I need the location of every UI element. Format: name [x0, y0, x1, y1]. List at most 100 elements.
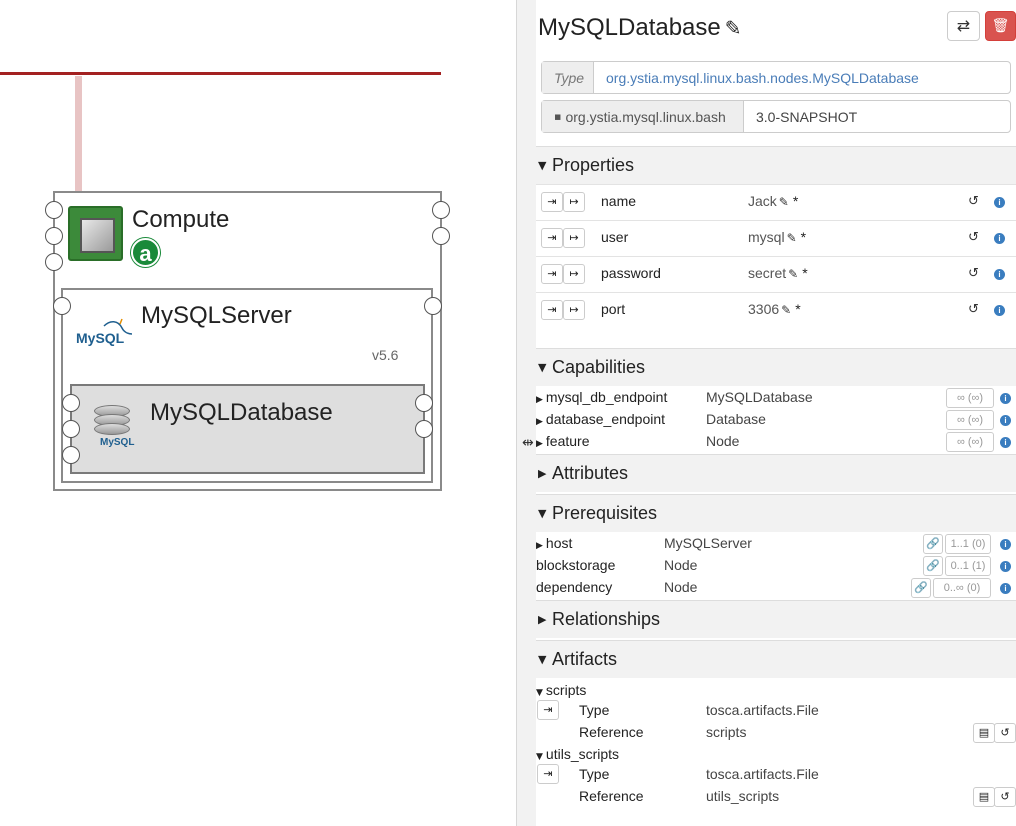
hosted-on-link[interactable] — [75, 76, 82, 192]
info-icon[interactable]: i — [1000, 561, 1011, 572]
caret-down-icon: ▼ — [536, 688, 543, 698]
bounds-badge: 1..1 (0) — [945, 534, 991, 554]
capabilities-section-header[interactable]: ▼ Capabilities — [536, 348, 1016, 386]
node-details-panel: MySQLDatabase ✎ ⇄ 🗑 Type org.ystia.mysql.… — [536, 0, 1016, 826]
relationships-section-header[interactable]: ▶ Relationships — [536, 600, 1016, 638]
mysql-server-title: MySQLServer — [141, 302, 292, 329]
connector-port[interactable] — [415, 420, 433, 438]
artifact-type-row: ⇥ Type tosca.artifacts.File — [536, 700, 1016, 720]
requirement-row[interactable]: ▶ host MySQLServer 🔗 1..1 (0) i — [536, 532, 1016, 554]
archive-name: ▪ org.ystia.mysql.linux.bash — [542, 101, 744, 132]
archive-icon: ▪ — [554, 110, 562, 123]
info-icon[interactable]: i — [1000, 393, 1011, 404]
connector-port[interactable] — [415, 394, 433, 412]
get-input-button[interactable]: ⇥ — [541, 300, 563, 320]
artifact-group[interactable]: ▼ utils_scripts — [536, 744, 1016, 764]
type-label: Type — [542, 62, 594, 93]
compute-chip-icon — [68, 206, 123, 261]
attributes-section-header[interactable]: ▶ Attributes — [536, 454, 1016, 492]
set-output-button[interactable]: ↦ — [563, 264, 585, 284]
connector-port[interactable] — [62, 420, 80, 438]
mysql-logo-icon: MySQL — [76, 318, 136, 348]
type-row: Type org.ystia.mysql.linux.bash.nodes.My… — [541, 61, 1011, 94]
bounds-badge: 0..1 (1) — [945, 556, 991, 576]
trash-icon: 🗑 — [991, 18, 1010, 34]
type-link[interactable]: org.ystia.mysql.linux.bash.nodes.MySQLDa… — [594, 62, 931, 93]
reset-icon[interactable]: ↺ — [968, 230, 979, 245]
connector-port[interactable] — [53, 297, 71, 315]
artifact-group[interactable]: ▼ scripts — [536, 680, 1016, 700]
get-input-button[interactable]: ⇥ — [541, 228, 563, 248]
resize-handle-icon[interactable]: ⇹ — [522, 435, 534, 451]
requirement-row[interactable]: blockstorage Node 🔗 0..1 (1) i — [536, 554, 1016, 576]
capability-row[interactable]: ▶ feature Node ∞ (∞) i — [536, 430, 1016, 452]
file-icon[interactable]: ▤ — [973, 787, 995, 807]
replace-node-button[interactable]: ⇄ — [947, 11, 980, 41]
get-input-button[interactable]: ⇥ — [541, 264, 563, 284]
edit-icon[interactable]: ✎ — [725, 16, 742, 40]
connector-port[interactable] — [424, 297, 442, 315]
property-row: ⇥ ↦ user mysql ✎ * ↺ i — [536, 220, 1016, 256]
requirement-row[interactable]: dependency Node 🔗 0..∞ (0) i — [536, 576, 1016, 598]
info-icon[interactable]: i — [1000, 415, 1011, 426]
connector-port[interactable] — [45, 227, 63, 245]
state-badge: a — [131, 238, 160, 267]
caret-right-icon: ▶ — [536, 395, 543, 405]
caret-right-icon: ▶ — [536, 417, 543, 427]
reset-icon[interactable]: ↺ — [994, 787, 1016, 807]
reset-icon[interactable]: ↺ — [994, 723, 1016, 743]
mysql-database-title: MySQLDatabase — [150, 399, 333, 426]
reset-icon[interactable]: ↺ — [968, 302, 979, 317]
archive-row: ▪ org.ystia.mysql.linux.bash 3.0-SNAPSHOT — [541, 100, 1011, 133]
property-value[interactable]: mysql ✎ * — [748, 229, 806, 245]
caret-right-icon: ▶ — [538, 467, 547, 480]
delete-node-button[interactable]: 🗑 — [985, 11, 1016, 41]
compute-node-title: Compute — [132, 206, 230, 233]
get-input-button[interactable]: ⇥ — [537, 700, 559, 720]
connector-port[interactable] — [62, 394, 80, 412]
node-name-text: MySQLDatabase — [538, 14, 721, 41]
edit-icon: ✎ — [788, 267, 799, 281]
get-input-button[interactable]: ⇥ — [537, 764, 559, 784]
file-icon[interactable]: ▤ — [973, 723, 995, 743]
caret-down-icon: ▼ — [538, 159, 547, 172]
capability-row[interactable]: ▶ database_endpoint Database ∞ (∞) i — [536, 408, 1016, 430]
property-value[interactable]: Jack ✎ * — [748, 193, 798, 209]
connector-port[interactable] — [62, 446, 80, 464]
info-icon[interactable]: i — [994, 269, 1005, 280]
link-icon[interactable]: 🔗 — [923, 534, 943, 554]
connector-port[interactable] — [45, 253, 63, 271]
info-icon[interactable]: i — [994, 233, 1005, 244]
properties-section-header[interactable]: ▼ Properties — [536, 146, 1016, 184]
link-icon[interactable]: 🔗 — [911, 578, 931, 598]
version-label: v5.6 — [372, 347, 399, 363]
info-icon[interactable]: i — [994, 197, 1005, 208]
info-icon[interactable]: i — [994, 305, 1005, 316]
caret-right-icon: ▶ — [536, 541, 543, 551]
artifacts-section-header[interactable]: ▼ Artifacts — [536, 640, 1016, 678]
swap-icon: ⇄ — [956, 16, 971, 35]
info-icon[interactable]: i — [1000, 437, 1011, 448]
link-icon[interactable]: 🔗 — [923, 556, 943, 576]
info-icon[interactable]: i — [1000, 583, 1011, 594]
capability-row[interactable]: ▶ mysql_db_endpoint MySQLDatabase ∞ (∞) i — [536, 386, 1016, 408]
set-output-button[interactable]: ↦ — [563, 300, 585, 320]
prerequisites-section-header[interactable]: ▼ Prerequisites — [536, 494, 1016, 532]
panel-splitter[interactable]: ⇹ — [516, 0, 536, 826]
connector-port[interactable] — [45, 201, 63, 219]
connector-port[interactable] — [432, 201, 450, 219]
topology-canvas[interactable]: Compute a MySQL MySQLServer v5.6 MySQL M… — [0, 0, 516, 826]
info-icon[interactable]: i — [1000, 539, 1011, 550]
connector-port[interactable] — [432, 227, 450, 245]
bounds-badge: ∞ (∞) — [946, 388, 994, 408]
reset-icon[interactable]: ↺ — [968, 194, 979, 209]
caret-right-icon: ▶ — [538, 613, 547, 626]
property-value[interactable]: 3306 ✎ * — [748, 301, 801, 317]
set-output-button[interactable]: ↦ — [563, 192, 585, 212]
relationship-line[interactable] — [0, 72, 441, 75]
reset-icon[interactable]: ↺ — [968, 266, 979, 281]
property-value[interactable]: secret ✎ * — [748, 265, 808, 281]
set-output-button[interactable]: ↦ — [563, 228, 585, 248]
get-input-button[interactable]: ⇥ — [541, 192, 563, 212]
database-icon: MySQL — [94, 405, 138, 451]
